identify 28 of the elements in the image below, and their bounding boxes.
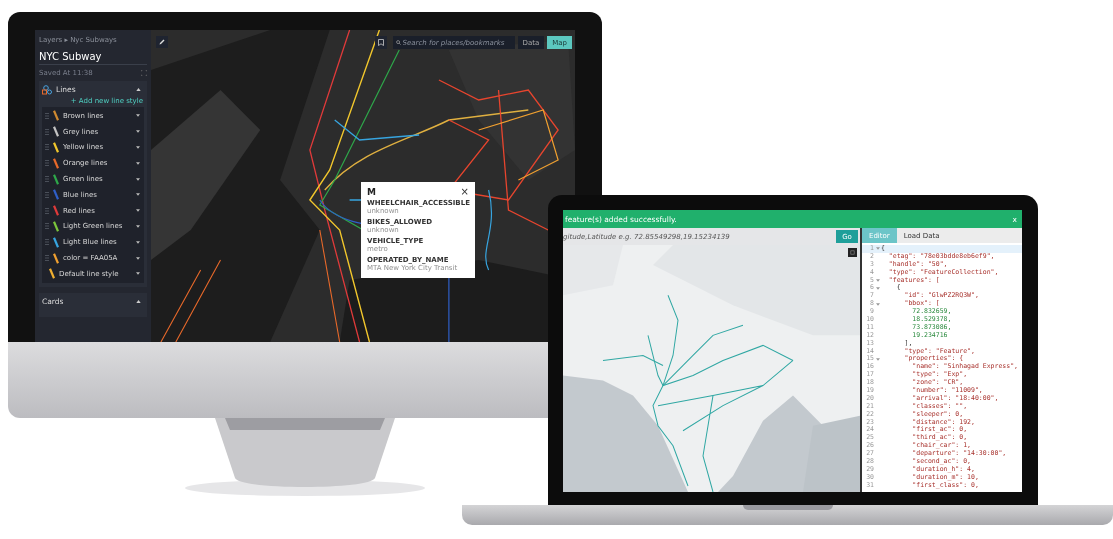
expand-icon[interactable]	[141, 70, 147, 76]
layer-shapes-icon	[42, 84, 52, 95]
chevron-down-icon	[136, 256, 140, 260]
chevron-down-icon	[136, 209, 140, 213]
draw-button[interactable]	[156, 36, 168, 48]
fold-arrow-icon[interactable]	[875, 286, 880, 290]
chevron-down-icon	[136, 146, 140, 149]
chevron-down-icon	[136, 193, 140, 197]
chevron-down-icon	[136, 130, 140, 134]
close-button[interactable]: ×	[460, 187, 469, 197]
chevron-down-icon	[136, 224, 140, 228]
popup-title: M	[367, 187, 376, 197]
chevron-down-icon	[136, 177, 140, 181]
fold-arrow-icon[interactable]	[875, 247, 880, 251]
map-control-button[interactable]	[848, 248, 857, 257]
bookmark-icon	[377, 39, 384, 46]
chevron-down-icon	[136, 240, 140, 244]
chevron-down-icon	[136, 161, 140, 165]
pencil-icon	[159, 39, 165, 45]
chevron-down-icon	[136, 272, 140, 276]
chevron-down-icon	[136, 114, 140, 118]
fold-arrow-icon[interactable]	[875, 279, 880, 282]
search-icon	[395, 40, 401, 45]
layer-title: NYC Subway	[39, 51, 147, 65]
fold-arrow-icon[interactable]	[875, 302, 880, 306]
caret-icon[interactable]	[136, 87, 141, 92]
caret-icon[interactable]	[136, 299, 141, 303]
fold-arrow-icon[interactable]	[875, 357, 880, 361]
